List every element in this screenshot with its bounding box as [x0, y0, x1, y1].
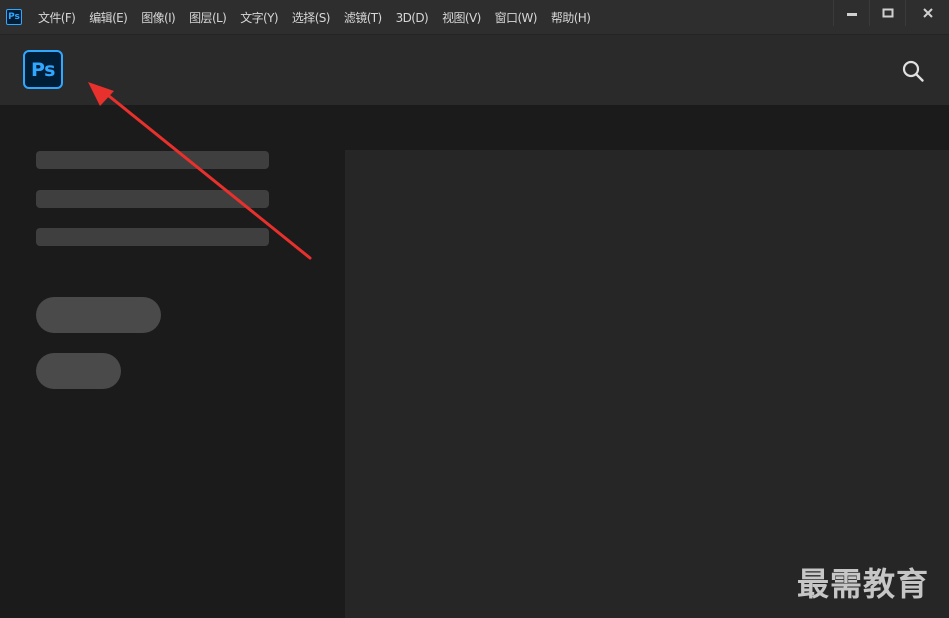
skeleton-button [36, 297, 161, 333]
photoshop-logo-icon[interactable]: Ps [23, 50, 63, 89]
close-icon [922, 8, 933, 18]
menu-type[interactable]: 文字(Y) [233, 0, 285, 35]
minimize-icon [846, 13, 857, 16]
menu-3d[interactable]: 3D(D) [389, 0, 435, 35]
skeleton-line [36, 151, 269, 169]
menu-edit[interactable]: 编辑(E) [82, 0, 134, 35]
search-icon[interactable] [901, 59, 925, 83]
skeleton-button [36, 353, 121, 389]
home-top-bar: Ps [0, 35, 949, 105]
watermark-text: 最需教育 [797, 565, 930, 603]
close-button[interactable] [905, 0, 949, 26]
menu-filter[interactable]: 滤镜(T) [337, 0, 389, 35]
restore-button[interactable] [869, 0, 905, 26]
main-content-area [345, 150, 949, 618]
menu-window[interactable]: 窗口(W) [488, 0, 544, 35]
content-header-area [345, 105, 949, 150]
menu-image[interactable]: 图像(I) [134, 0, 182, 35]
left-sidebar [0, 105, 345, 618]
photoshop-home-window: Ps 文件(F) 编辑(E) 图像(I) 图层(L) 文字(Y) 选择(S) 滤… [0, 0, 949, 618]
menu-select[interactable]: 选择(S) [285, 0, 337, 35]
skeleton-line [36, 228, 269, 246]
menu-help[interactable]: 帮助(H) [544, 0, 597, 35]
menu-view[interactable]: 视图(V) [435, 0, 488, 35]
menu-bar: Ps 文件(F) 编辑(E) 图像(I) 图层(L) 文字(Y) 选择(S) 滤… [0, 0, 949, 35]
menu-layer[interactable]: 图层(L) [182, 0, 233, 35]
menu-file[interactable]: 文件(F) [31, 0, 82, 35]
restore-icon [882, 8, 893, 18]
window-controls [833, 0, 949, 28]
menu-items: 文件(F) 编辑(E) 图像(I) 图层(L) 文字(Y) 选择(S) 滤镜(T… [31, 0, 597, 35]
app-icon[interactable]: Ps [6, 9, 22, 25]
minimize-button[interactable] [833, 0, 869, 26]
skeleton-line [36, 190, 269, 208]
